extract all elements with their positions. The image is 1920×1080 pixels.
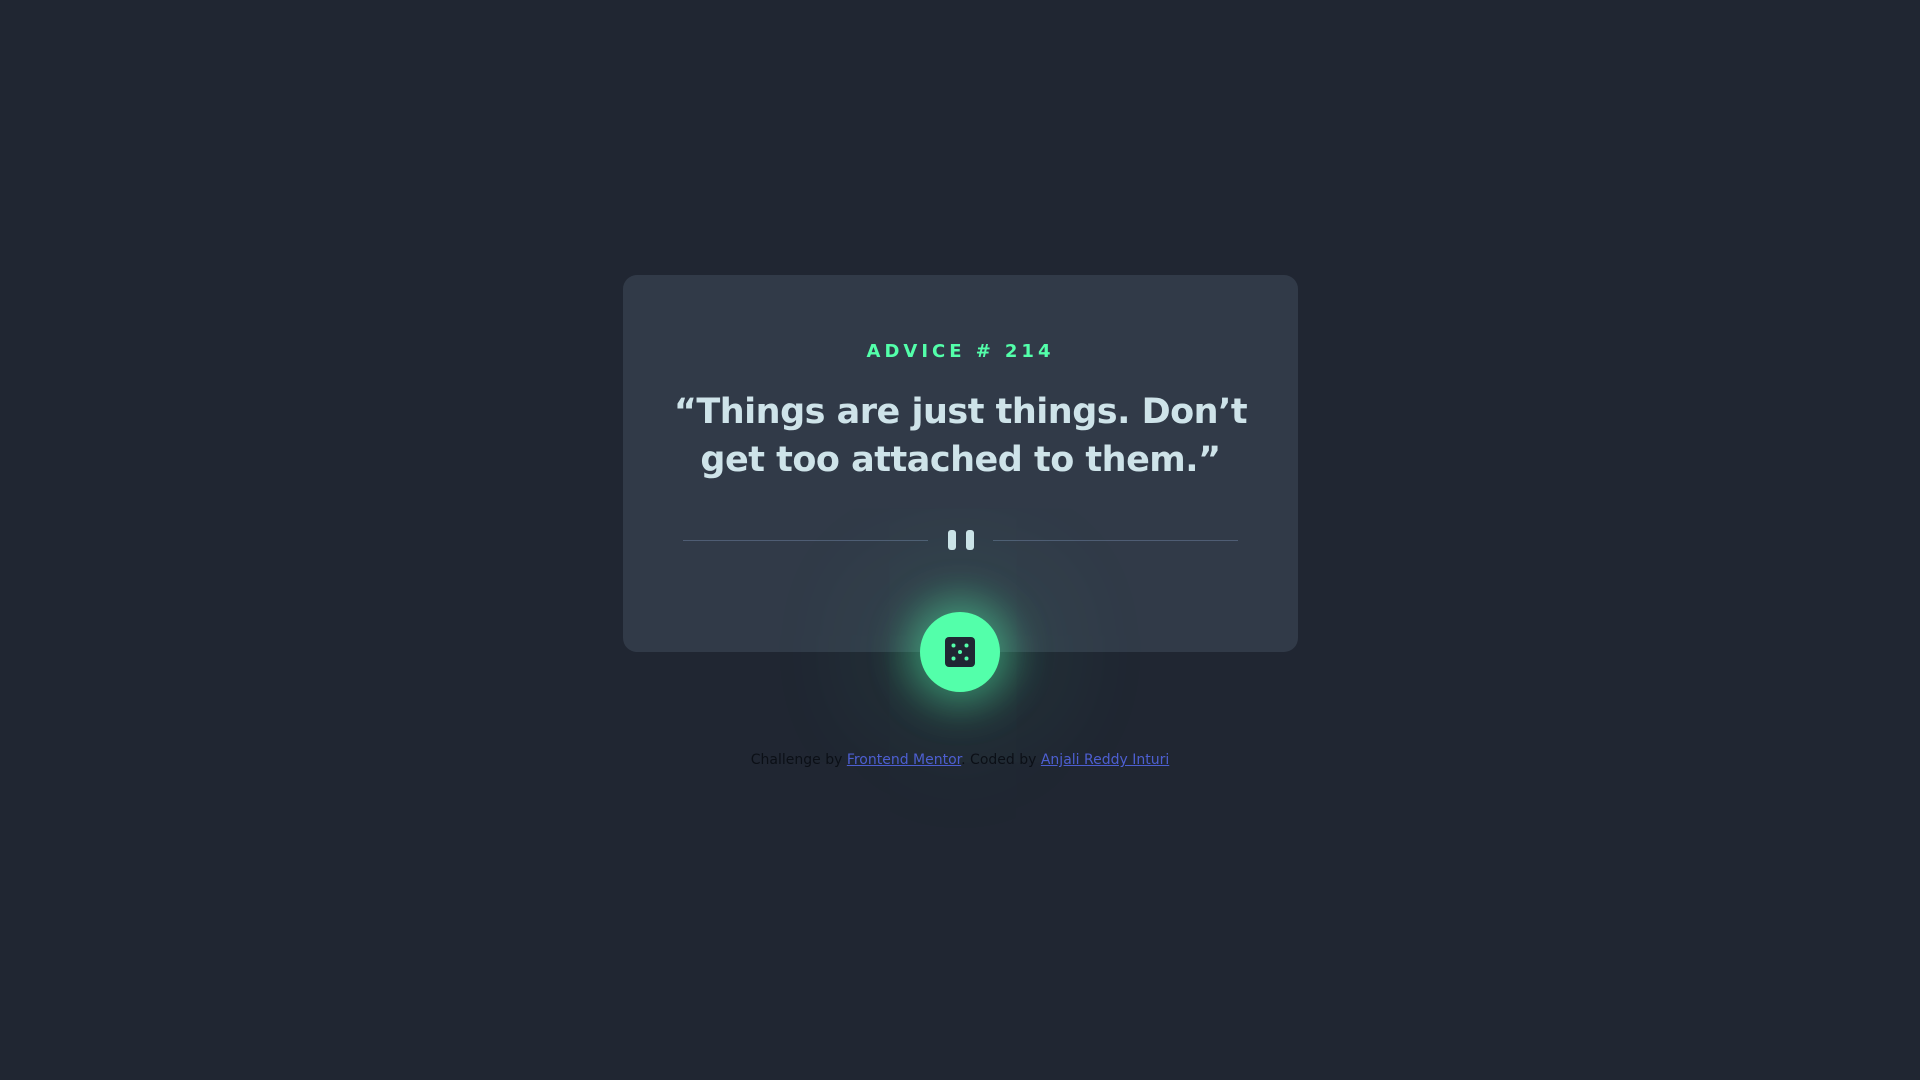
advice-card: ADVICE # 214 “Things are just things. Don… [623, 275, 1298, 652]
divider-line-right [993, 540, 1238, 541]
advice-number: 214 [1004, 341, 1055, 362]
pattern-divider [683, 528, 1238, 552]
advice-label: ADVICE # [866, 341, 995, 362]
new-advice-button[interactable] [920, 612, 1000, 692]
attribution: Challenge by Frontend Mentor. Coded by A… [0, 752, 1920, 768]
frontend-mentor-link[interactable]: Frontend Mentor [847, 752, 961, 768]
advice-quote: “Things are just things. Don’t get too a… [673, 392, 1248, 480]
dice-icon [945, 637, 975, 667]
coded-prefix: . Coded by [961, 752, 1037, 768]
challenge-prefix: Challenge by [750, 752, 843, 768]
pause-icon [948, 528, 974, 552]
author-link[interactable]: Anjali Reddy Inturi [1041, 752, 1169, 768]
advice-id-heading: ADVICE # 214 [623, 341, 1298, 362]
divider-line-left [683, 540, 928, 541]
